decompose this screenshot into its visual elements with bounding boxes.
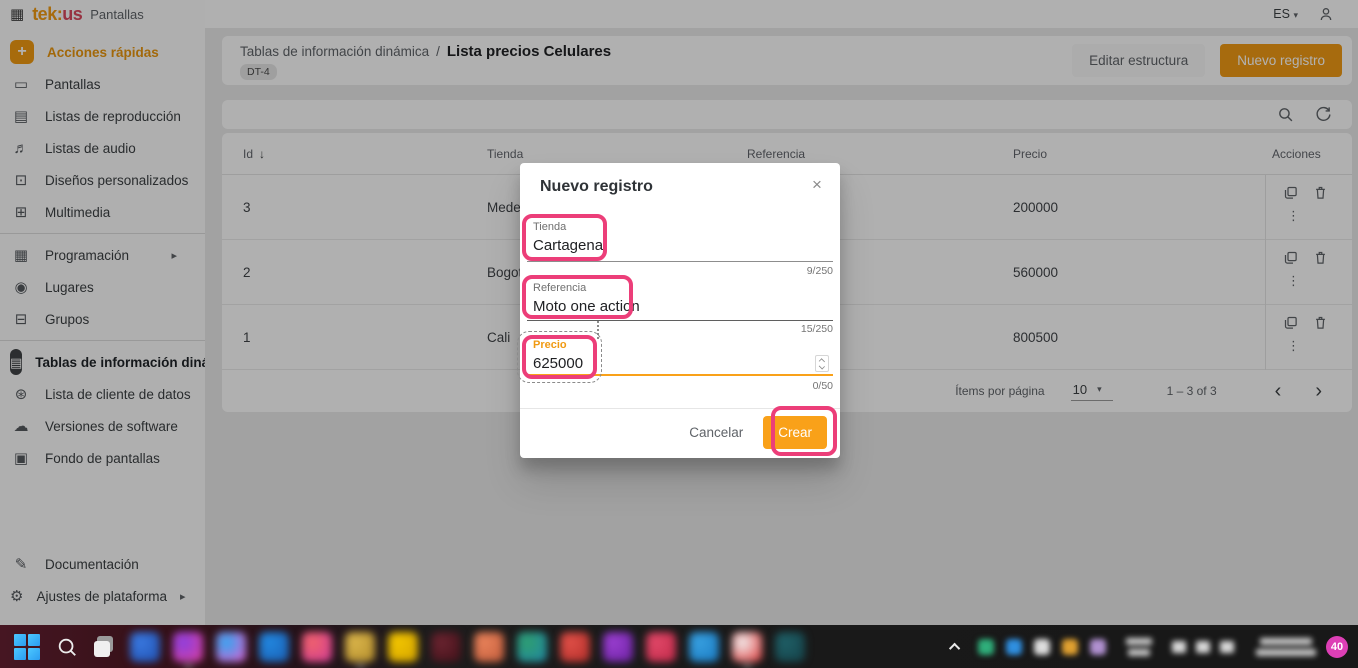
create-button[interactable]: Crear bbox=[763, 416, 827, 449]
tray-app-icon[interactable] bbox=[978, 639, 994, 655]
modal-actions: Cancelar Crear bbox=[520, 416, 840, 449]
tienda-label: Tienda bbox=[533, 221, 827, 233]
screen: ▦ tek:us Pantallas + Acciones rápidas ▭ … bbox=[0, 0, 1358, 668]
taskbar-app-icon[interactable] bbox=[603, 632, 633, 662]
system-tray: 40 bbox=[952, 625, 1358, 668]
taskbar-app-icon[interactable] bbox=[259, 632, 289, 662]
taskbar-app-icon[interactable] bbox=[173, 632, 203, 662]
taskbar-app-icon[interactable] bbox=[560, 632, 590, 662]
taskbar-app-icon[interactable] bbox=[302, 632, 332, 662]
running-app-indicator bbox=[357, 665, 364, 668]
taskbar-app-icon[interactable] bbox=[517, 632, 547, 662]
tray-chevron-up-icon[interactable] bbox=[949, 642, 960, 653]
taskbar-app-icon[interactable] bbox=[646, 632, 676, 662]
tray-app-icon[interactable] bbox=[1006, 639, 1022, 655]
notification-badge[interactable]: 40 bbox=[1326, 636, 1348, 658]
language-indicator[interactable] bbox=[1126, 638, 1152, 656]
tienda-field: Tienda Cartagena bbox=[533, 221, 827, 254]
cancel-button[interactable]: Cancelar bbox=[675, 416, 757, 449]
tienda-input[interactable]: Cartagena bbox=[533, 237, 827, 254]
referencia-counter: 15/250 bbox=[801, 323, 833, 335]
taskbar-app-icon[interactable] bbox=[130, 632, 160, 662]
close-icon[interactable]: × bbox=[806, 174, 828, 196]
task-view-icon[interactable] bbox=[94, 636, 114, 658]
referencia-field: Referencia Moto one action bbox=[533, 282, 827, 315]
tienda-counter: 9/250 bbox=[807, 265, 833, 277]
tray-icons[interactable] bbox=[978, 639, 1106, 655]
taskbar-search-icon[interactable] bbox=[56, 636, 78, 658]
referencia-input[interactable]: Moto one action bbox=[533, 298, 827, 315]
windows-taskbar: 40 bbox=[0, 625, 1358, 668]
network-volume-battery-icons[interactable] bbox=[1172, 641, 1234, 653]
taskbar-app-icon[interactable] bbox=[474, 632, 504, 662]
precio-counter: 0/50 bbox=[813, 380, 833, 392]
new-record-modal: Nuevo registro × Tienda Cartagena 9/250 … bbox=[520, 163, 840, 458]
referencia-label: Referencia bbox=[533, 282, 827, 294]
taskbar-app-icon[interactable] bbox=[775, 632, 805, 662]
tray-app-icon[interactable] bbox=[1090, 639, 1106, 655]
running-app-indicator bbox=[185, 665, 192, 668]
tray-app-icon[interactable] bbox=[1062, 639, 1078, 655]
tray-app-icon[interactable] bbox=[1034, 639, 1050, 655]
running-app-indicator bbox=[744, 665, 751, 668]
taskbar-app-icon[interactable] bbox=[689, 632, 719, 662]
taskbar-app-icon[interactable] bbox=[388, 632, 418, 662]
precio-field: Precio 625000 bbox=[533, 339, 827, 372]
precio-label: Precio bbox=[533, 339, 827, 351]
clock-date[interactable] bbox=[1256, 638, 1316, 656]
modal-title: Nuevo registro bbox=[540, 178, 653, 196]
taskbar-apps bbox=[130, 632, 805, 662]
precio-input[interactable]: 625000 bbox=[533, 355, 827, 372]
taskbar-app-icon[interactable] bbox=[732, 632, 762, 662]
taskbar-app-icon[interactable] bbox=[216, 632, 246, 662]
taskbar-app-icon[interactable] bbox=[431, 632, 461, 662]
start-menu-icon[interactable] bbox=[14, 634, 40, 660]
taskbar-app-icon[interactable] bbox=[345, 632, 375, 662]
number-stepper[interactable] bbox=[815, 355, 829, 372]
